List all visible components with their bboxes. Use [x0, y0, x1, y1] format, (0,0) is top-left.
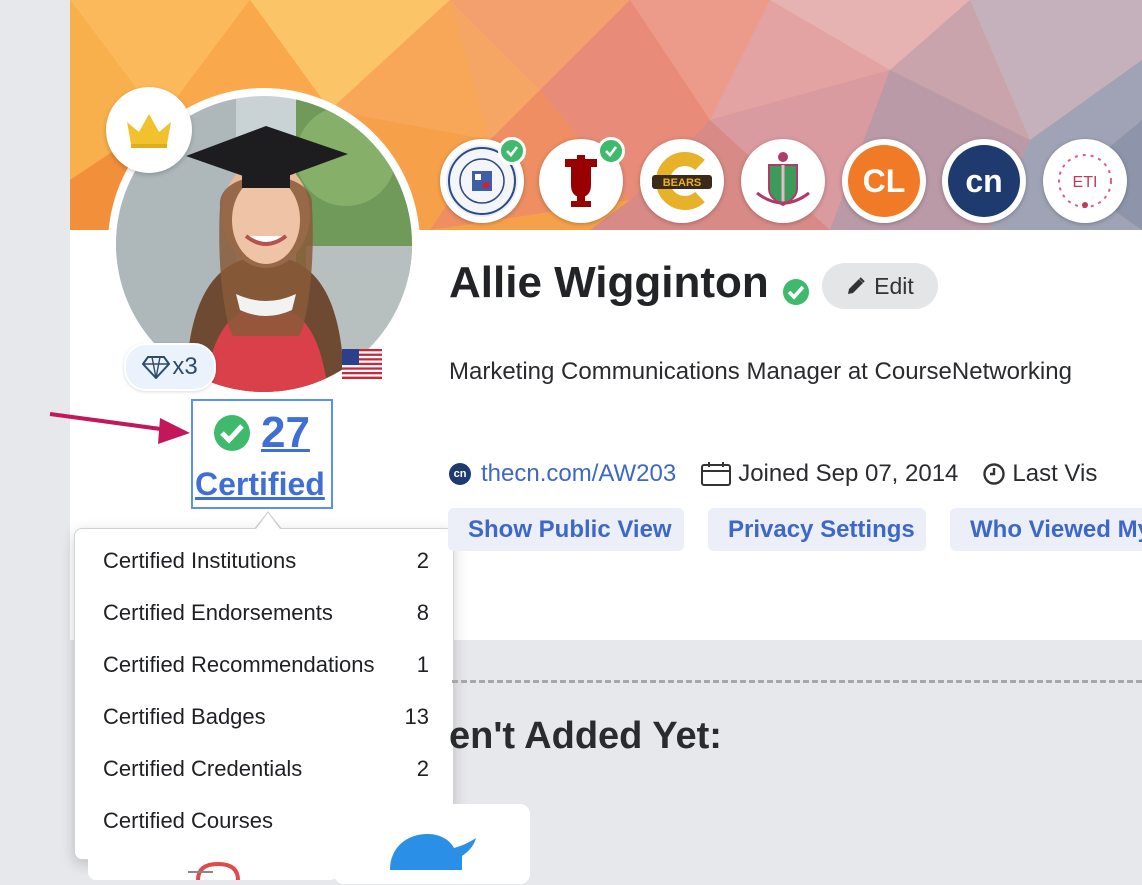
popup-row-count: 8: [416, 600, 429, 625]
verified-check-icon: [214, 415, 250, 451]
eti-logo-icon: ETI: [1058, 154, 1112, 208]
badge-bears[interactable]: BEARS: [640, 139, 724, 223]
svg-text:BEARS: BEARS: [663, 177, 702, 189]
suggestion-card-icon: [188, 861, 240, 881]
popup-row-label: Certified Recommendations: [103, 652, 375, 677]
popup-row-label: Certified Badges: [103, 704, 266, 729]
profile-headline: Marketing Communications Manager at Cour…: [449, 358, 1072, 385]
who-viewed-button[interactable]: Who Viewed My: [950, 508, 1142, 551]
profile-name: Allie Wigginton: [449, 258, 769, 307]
diamond-pill[interactable]: x3: [124, 343, 216, 391]
section-divider: [452, 680, 1142, 683]
popup-row-count: 2: [416, 756, 429, 781]
certified-count: 27: [261, 408, 310, 457]
show-public-view-button[interactable]: Show Public View: [448, 508, 684, 551]
cn-logo-icon: cn: [950, 147, 1018, 215]
annotation-arrow-icon: [49, 412, 190, 444]
cl-logo-icon: CL: [850, 147, 918, 215]
certified-count-link[interactable]: 27: [213, 406, 310, 460]
certified-label-link[interactable]: Certified: [195, 466, 333, 503]
badge-university-seal[interactable]: [440, 137, 526, 223]
twitter-card[interactable]: [334, 804, 530, 884]
badge-cl[interactable]: CL: [842, 139, 926, 223]
us-flag-icon: [342, 349, 382, 379]
bears-icon: BEARS: [652, 152, 712, 210]
popup-row-institutions[interactable]: Certified Institutions 2: [103, 546, 429, 576]
popup-row-endorsements[interactable]: Certified Endorsements 8: [103, 598, 429, 628]
popup-row-recommendations[interactable]: Certified Recommendations 1: [103, 650, 429, 680]
svg-text:cn: cn: [965, 163, 1002, 199]
last-visit: Last Vis: [1012, 460, 1098, 487]
popup-row-count: 1: [416, 652, 429, 677]
svg-text:ETI: ETI: [1073, 174, 1098, 191]
privacy-settings-button[interactable]: Privacy Settings: [708, 508, 926, 551]
certified-check-icon: [498, 137, 526, 165]
popup-row-label: Certified Courses: [103, 808, 273, 833]
edit-profile-button[interactable]: Edit: [822, 263, 938, 309]
popup-row-count: 2: [416, 548, 429, 573]
profile-meta-row: cn thecn.com/AW203 Joined Sep 07, 2014 L…: [449, 457, 1097, 491]
popup-row-count: 13: [404, 704, 429, 729]
popup-caret-inner: [256, 513, 280, 529]
cn-logo-icon: cn: [449, 463, 471, 485]
clock-icon: [983, 463, 1006, 485]
popup-row-label: Certified Institutions: [103, 548, 297, 573]
popup-row-credentials[interactable]: Certified Credentials 2: [103, 754, 429, 784]
edit-label: Edit: [874, 272, 914, 299]
suggestion-card[interactable]: [88, 840, 338, 881]
pencil-icon: [848, 277, 865, 294]
calendar-icon: [701, 462, 732, 486]
verified-check-icon: [783, 279, 809, 305]
popup-row-label: Certified Endorsements: [103, 600, 333, 625]
svg-text:CL: CL: [863, 163, 906, 199]
popup-row-badges[interactable]: Certified Badges 13: [103, 702, 429, 732]
diamond-icon: [142, 356, 171, 379]
crown-icon[interactable]: [106, 87, 192, 173]
popup-row-label: Certified Credentials: [103, 756, 303, 781]
twitter-icon: [390, 834, 476, 870]
certified-check-icon: [597, 137, 625, 165]
badge-eti[interactable]: ETI: [1043, 139, 1127, 223]
badge-sorority-crest[interactable]: [741, 139, 825, 223]
crest-icon: [756, 152, 810, 207]
badge-indiana-university[interactable]: [539, 137, 625, 223]
profile-url-link[interactable]: thecn.com/AW203: [481, 460, 676, 488]
badge-cn[interactable]: cn: [942, 139, 1026, 223]
section-title: en't Added Yet:: [449, 715, 722, 757]
joined-date: Joined Sep 07, 2014: [738, 460, 959, 487]
diamond-count: x3: [172, 353, 198, 380]
